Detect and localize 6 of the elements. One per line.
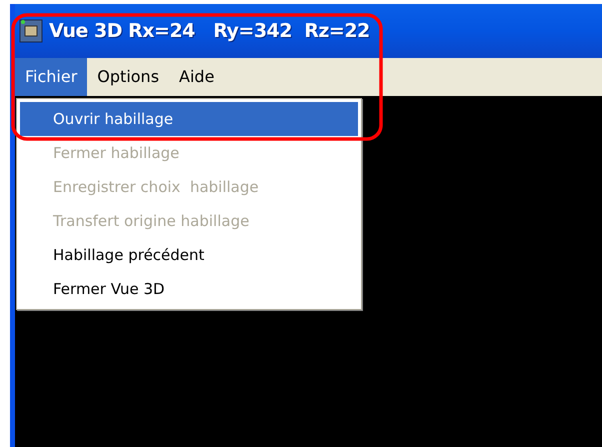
menu-item[interactable]: Fichier bbox=[15, 58, 88, 96]
window-app-icon bbox=[19, 19, 43, 43]
window-title: Vue 3D Rx=24 Ry=342 Rz=22 bbox=[49, 18, 370, 44]
menu-item[interactable]: Aide bbox=[169, 58, 224, 96]
menu-item[interactable]: Options bbox=[87, 58, 170, 96]
dropdown-item[interactable]: Ouvrir habillage bbox=[20, 102, 358, 136]
